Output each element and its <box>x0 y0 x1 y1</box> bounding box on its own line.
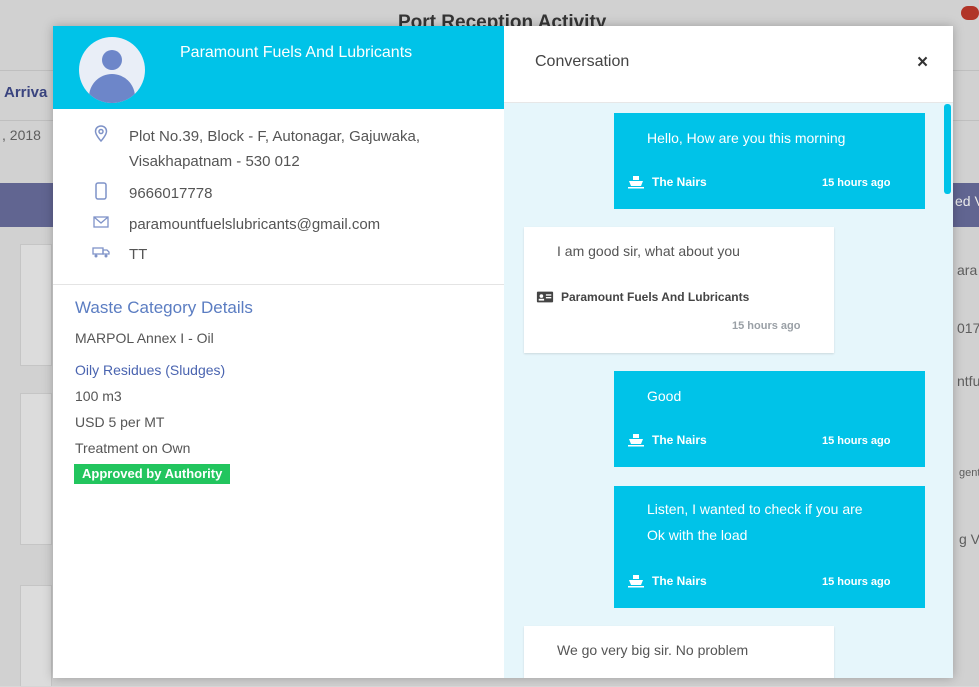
ship-icon <box>627 175 645 189</box>
chat-scrollbar[interactable] <box>944 104 951 194</box>
waste-subcategory-value: Oily Residues (Sludges) <box>75 362 226 378</box>
sender-name: The Nairs <box>652 175 707 189</box>
waste-price-value: USD 5 per MT <box>75 414 165 430</box>
section-divider <box>53 284 504 285</box>
message-text: Hello, How are you this morning <box>647 130 846 146</box>
message-incoming: I am good sir, what about you Paramount … <box>524 227 834 353</box>
message-text-line: Ok with the load <box>647 527 748 543</box>
avatar-head-shape <box>102 50 122 70</box>
message-text: Good <box>647 388 682 404</box>
waste-category-value: MARPOL Annex I - Oil <box>75 330 214 346</box>
message-text: I am good sir, what about you <box>557 243 740 259</box>
message-sender: The Nairs <box>627 433 707 447</box>
message-incoming: We go very big sir. No problem <box>524 626 834 678</box>
email-text[interactable]: paramountfuelslubricants@gmail.com <box>129 212 380 237</box>
message-text: Listen, I wanted to check if you are Ok … <box>647 496 863 548</box>
phone-row: 9666017778 <box>91 181 212 206</box>
message-time: 15 hours ago <box>732 320 801 332</box>
address-text: Plot No.39, Block - F, Autonagar, Gajuwa… <box>129 128 420 170</box>
avatar-body-shape <box>89 74 135 103</box>
transport-row: TT <box>91 242 147 267</box>
mobile-phone-icon <box>91 181 111 201</box>
company-detail-modal: Paramount Fuels And Lubricants Plot No.3… <box>53 26 953 678</box>
message-list[interactable]: Hello, How are you this morning The Nair… <box>504 103 953 678</box>
message-outgoing: Good The Nairs 15 hours ago <box>614 371 925 467</box>
company-header: Paramount Fuels And Lubricants <box>53 26 504 109</box>
message-time: 15 hours ago <box>822 435 891 447</box>
message-text: We go very big sir. No problem <box>557 642 749 658</box>
sender-name: The Nairs <box>652 574 707 588</box>
address-row: Plot No.39, Block - F, Autonagar, Gajuwa… <box>91 124 469 174</box>
sender-name: The Nairs <box>652 433 707 447</box>
status-badge: Approved by Authority <box>74 464 231 484</box>
conversation-header: Conversation × <box>504 26 953 103</box>
ship-icon <box>627 433 645 447</box>
phone-text: 9666017778 <box>129 185 213 202</box>
message-sender: The Nairs <box>627 574 707 588</box>
company-panel: Paramount Fuels And Lubricants Plot No.3… <box>53 26 504 678</box>
truck-icon <box>91 242 111 262</box>
id-card-icon <box>536 290 554 304</box>
message-time: 15 hours ago <box>822 177 891 189</box>
transport-text: TT <box>129 246 148 263</box>
message-sender: Paramount Fuels And Lubricants <box>536 290 749 304</box>
ship-icon <box>627 574 645 588</box>
close-button[interactable]: × <box>917 52 928 74</box>
email-row: paramountfuelslubricants@gmail.com <box>91 212 380 237</box>
company-name: Paramount Fuels And Lubricants <box>180 44 413 61</box>
sender-name: Paramount Fuels And Lubricants <box>561 290 750 304</box>
message-outgoing: Hello, How are you this morning The Nair… <box>614 113 925 209</box>
envelope-icon <box>91 212 111 232</box>
message-time: 15 hours ago <box>822 576 891 588</box>
message-outgoing: Listen, I wanted to check if you are Ok … <box>614 486 925 608</box>
conversation-panel: Conversation × Hello, How are you this m… <box>504 26 953 678</box>
location-pin-icon <box>91 124 111 144</box>
message-sender: The Nairs <box>627 175 707 189</box>
message-text-line: Listen, I wanted to check if you are <box>647 501 863 517</box>
waste-quantity-value: 100 m3 <box>75 388 122 404</box>
waste-treatment-value: Treatment on Own <box>75 440 191 456</box>
avatar <box>79 37 145 103</box>
conversation-title: Conversation <box>535 53 630 70</box>
waste-category-heading: Waste Category Details <box>75 298 253 317</box>
